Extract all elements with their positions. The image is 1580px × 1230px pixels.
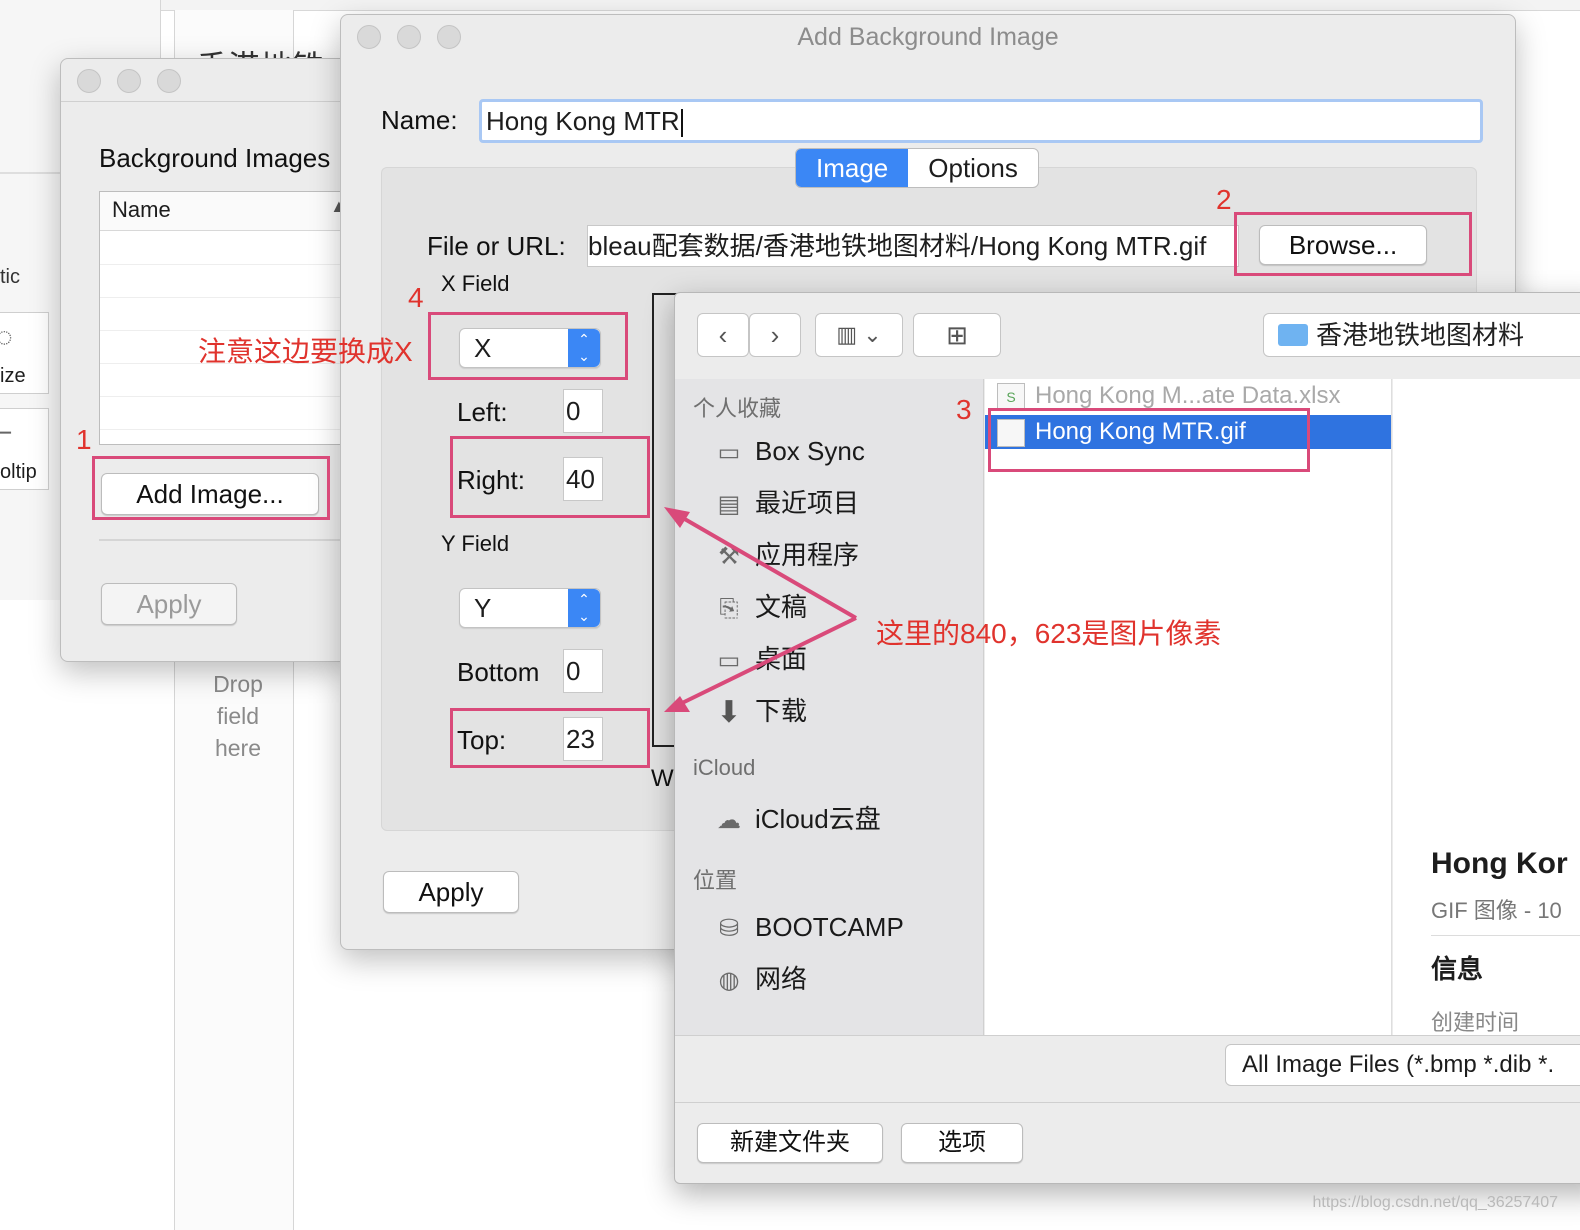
arrow-to-top	[675, 616, 857, 708]
watermark: https://blog.csdn.net/qq_36257407	[1312, 1194, 1558, 1211]
arrow-head	[664, 507, 690, 528]
annotation-arrows	[664, 507, 858, 712]
arrow-head	[664, 696, 690, 712]
note-pixel-size: 这里的840，623是图片像素	[876, 618, 1222, 649]
arrow-to-right	[674, 512, 858, 620]
